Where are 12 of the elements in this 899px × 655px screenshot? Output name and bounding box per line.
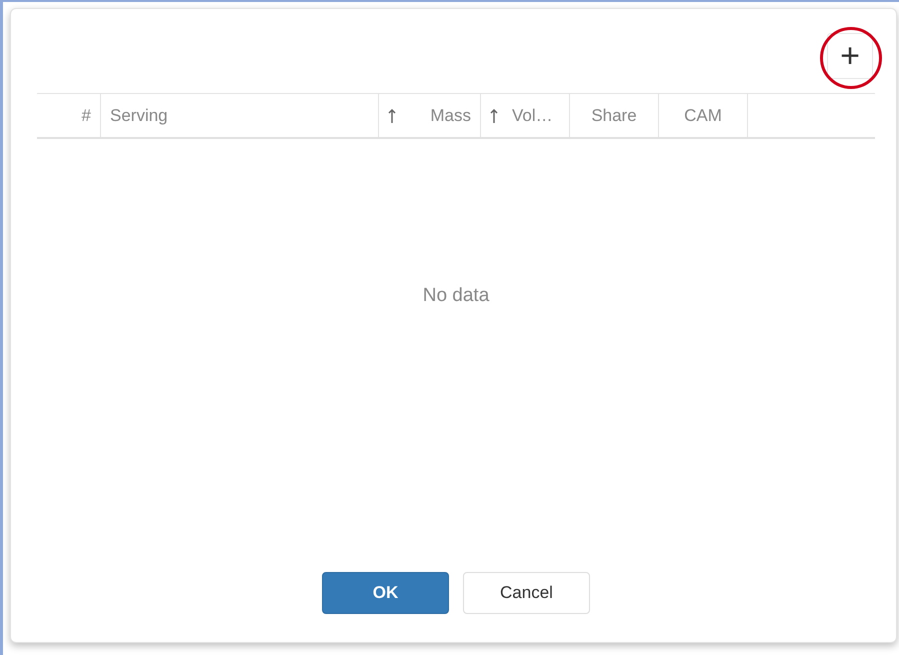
column-header[interactable]: Serving [101, 94, 379, 137]
up-arrow-icon [388, 108, 396, 122]
up-arrow-icon [490, 108, 498, 122]
ok-button[interactable]: OK [322, 572, 449, 614]
cancel-button[interactable]: Cancel [463, 572, 590, 614]
column-header[interactable]: # [37, 94, 101, 137]
column-header[interactable]: Share [570, 94, 659, 137]
column-header[interactable]: Mass [379, 94, 481, 137]
empty-message: No data [422, 284, 490, 306]
add-button[interactable]: + [827, 33, 873, 79]
column-header[interactable]: Vol… [481, 94, 570, 137]
column-header[interactable]: CAM [659, 94, 748, 137]
